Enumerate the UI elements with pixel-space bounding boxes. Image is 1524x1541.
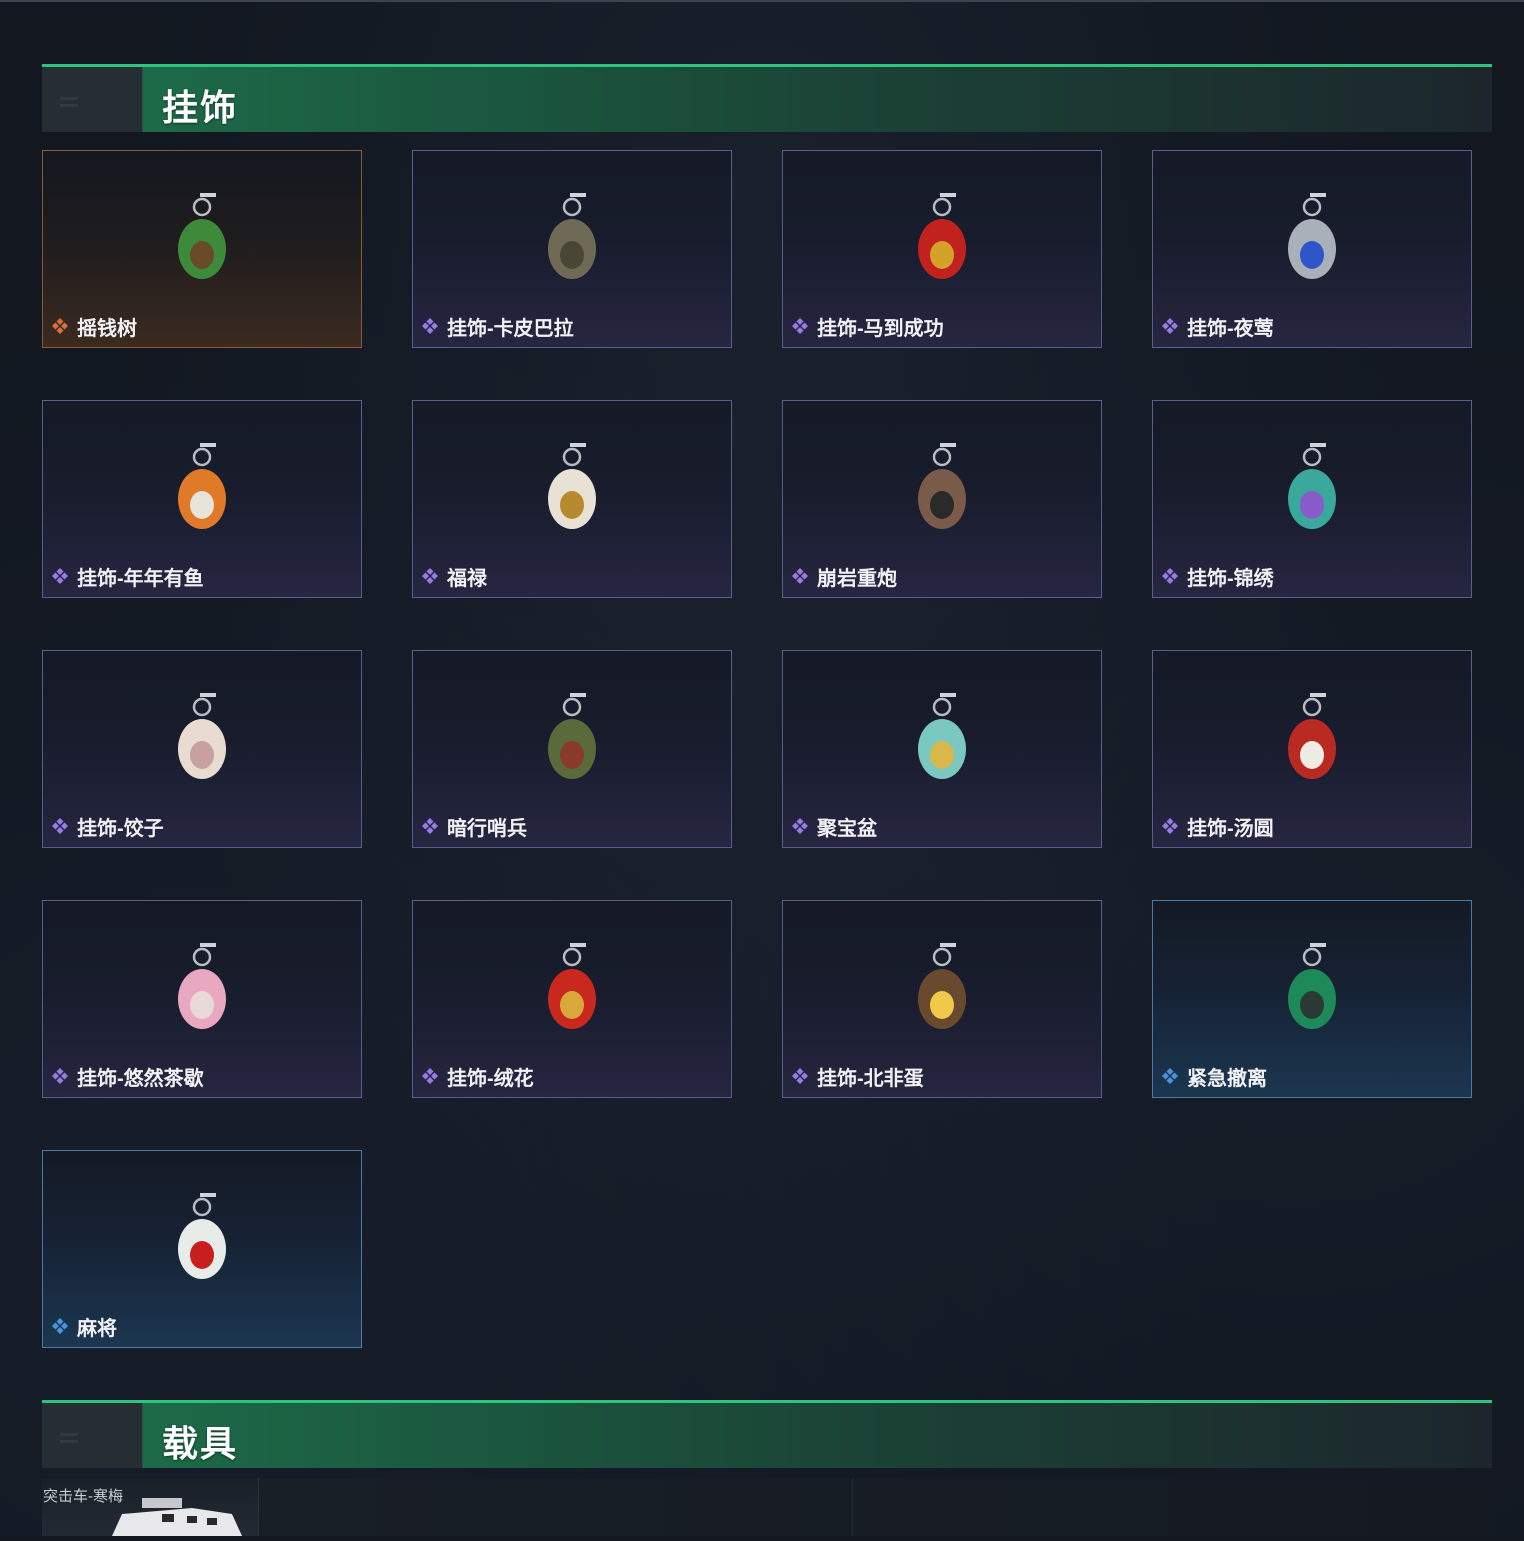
charm-label-row: 挂饰-绒花	[421, 1063, 534, 1090]
section-header-charms: 挂饰	[42, 64, 1492, 132]
charm-name: 福禄	[447, 567, 487, 590]
charm-card[interactable]: 挂饰-卡皮巴拉	[412, 150, 732, 348]
fish-plate-charm-icon	[178, 443, 226, 529]
rarity-diamond-icon	[1162, 818, 1178, 834]
rarity-diamond-icon	[52, 818, 68, 834]
rarity-diamond-icon	[52, 318, 68, 334]
charm-name: 挂饰-卡皮巴拉	[447, 317, 574, 340]
charm-card[interactable]: 挂饰-绒花	[412, 900, 732, 1098]
charm-name: 麻将	[77, 1317, 117, 1340]
velvet-flower-charm-icon	[548, 943, 596, 1029]
charm-label-row: 暗行哨兵	[421, 813, 527, 840]
section-title-charms: 挂饰	[162, 87, 239, 128]
emergency-exit-sign-charm-icon	[1288, 943, 1336, 1029]
charm-card[interactable]: 暗行哨兵	[412, 650, 732, 848]
top-divider	[0, 0, 1524, 2]
rarity-diamond-icon	[52, 1318, 68, 1334]
rarity-diamond-icon	[792, 318, 808, 334]
charm-label-row: 聚宝盆	[791, 813, 877, 840]
charm-name: 挂饰-汤圆	[1187, 817, 1274, 840]
charm-name: 挂饰-绒花	[447, 1067, 534, 1090]
rarity-diamond-icon	[52, 1068, 68, 1084]
charm-card[interactable]: 麻将	[42, 1150, 362, 1348]
charm-card[interactable]: 崩岩重炮	[782, 400, 1102, 598]
rarity-diamond-icon	[792, 568, 808, 584]
charm-label-row: 挂饰-夜莺	[1161, 313, 1274, 340]
charm-name: 挂饰-年年有鱼	[77, 567, 204, 590]
charm-label-row: 挂饰-锦绣	[1161, 563, 1274, 590]
charm-label-row: 挂饰-北非蛋	[791, 1063, 924, 1090]
treasure-bowl-charm-icon	[918, 693, 966, 779]
charm-card[interactable]: 挂饰-饺子	[42, 650, 362, 848]
charm-label-row: 摇钱树	[51, 313, 137, 340]
rarity-diamond-icon	[422, 568, 438, 584]
charm-name: 挂饰-北非蛋	[817, 1067, 924, 1090]
charm-label-row: 福禄	[421, 563, 487, 590]
charm-card[interactable]: 福禄	[412, 400, 732, 598]
red-horse-charm-icon	[918, 193, 966, 279]
charm-card[interactable]: 挂饰-悠然茶歇	[42, 900, 362, 1098]
rarity-diamond-icon	[422, 818, 438, 834]
charm-card[interactable]: 挂饰-锦绣	[1152, 400, 1472, 598]
charm-card[interactable]: 挂饰-马到成功	[782, 150, 1102, 348]
charm-label-row: 挂饰-卡皮巴拉	[421, 313, 574, 340]
charm-card[interactable]: 挂饰-夜莺	[1152, 150, 1472, 348]
charm-card[interactable]: 挂饰-北非蛋	[782, 900, 1102, 1098]
charm-card[interactable]: 聚宝盆	[782, 650, 1102, 848]
charm-name: 挂饰-夜莺	[1187, 317, 1274, 340]
charm-card[interactable]: 紧急撤离	[1152, 900, 1472, 1098]
charm-name: 挂饰-马到成功	[817, 317, 944, 340]
cupcake-charm-icon	[178, 943, 226, 1029]
charm-label-row: 麻将	[51, 1313, 117, 1340]
charm-label-row: 崩岩重炮	[791, 563, 897, 590]
rarity-diamond-icon	[52, 568, 68, 584]
capybara-charm-icon	[548, 193, 596, 279]
charm-label-row: 挂饰-汤圆	[1161, 813, 1274, 840]
tangyuan-bowl-charm-icon	[1288, 693, 1336, 779]
charm-name: 摇钱树	[77, 317, 137, 340]
charm-label-row: 挂饰-年年有鱼	[51, 563, 204, 590]
rarity-diamond-icon	[1162, 568, 1178, 584]
money-tree-charm-icon	[178, 193, 226, 279]
charm-label-row: 紧急撤离	[1161, 1063, 1267, 1090]
charm-name: 紧急撤离	[1187, 1067, 1267, 1090]
charm-name: 挂饰-饺子	[77, 817, 164, 840]
mahjong-tile-charm-icon	[178, 1193, 226, 1279]
rarity-diamond-icon	[422, 318, 438, 334]
charm-name: 挂饰-锦绣	[1187, 567, 1274, 590]
charm-label-row: 挂饰-饺子	[51, 813, 164, 840]
rarity-diamond-icon	[1162, 318, 1178, 334]
charm-name: 崩岩重炮	[817, 567, 897, 590]
sentinel-figure-charm-icon	[548, 693, 596, 779]
vehicle-name: 突击车-寒梅	[43, 1488, 123, 1505]
section-title-vehicles: 载具	[162, 1423, 239, 1464]
charm-name: 聚宝盆	[817, 817, 877, 840]
section-header-vehicles: 载具	[42, 1400, 1492, 1468]
heavy-cannon-figure-charm-icon	[918, 443, 966, 529]
vehicle-divider	[852, 1478, 853, 1536]
nightingale-feather-charm-icon	[1288, 193, 1336, 279]
vehicle-row	[42, 1478, 1492, 1536]
charm-card[interactable]: 挂饰-年年有鱼	[42, 400, 362, 598]
charm-name: 暗行哨兵	[447, 817, 527, 840]
charm-card[interactable]: 摇钱树	[42, 150, 362, 348]
charm-card[interactable]: 挂饰-汤圆	[1152, 650, 1472, 848]
charm-label-row: 挂饰-马到成功	[791, 313, 944, 340]
charm-label-row: 挂饰-悠然茶歇	[51, 1063, 204, 1090]
rarity-diamond-icon	[792, 1068, 808, 1084]
rarity-diamond-icon	[1162, 1068, 1178, 1084]
gourd-charm-icon	[548, 443, 596, 529]
rarity-diamond-icon	[422, 1068, 438, 1084]
shakshuka-pan-charm-icon	[918, 943, 966, 1029]
section-header-stub	[42, 67, 143, 132]
section-header-stub	[42, 1403, 143, 1468]
dumplings-charm-icon	[178, 693, 226, 779]
charm-name: 挂饰-悠然茶歇	[77, 1067, 204, 1090]
butterfly-charm-icon	[1288, 443, 1336, 529]
rarity-diamond-icon	[792, 818, 808, 834]
